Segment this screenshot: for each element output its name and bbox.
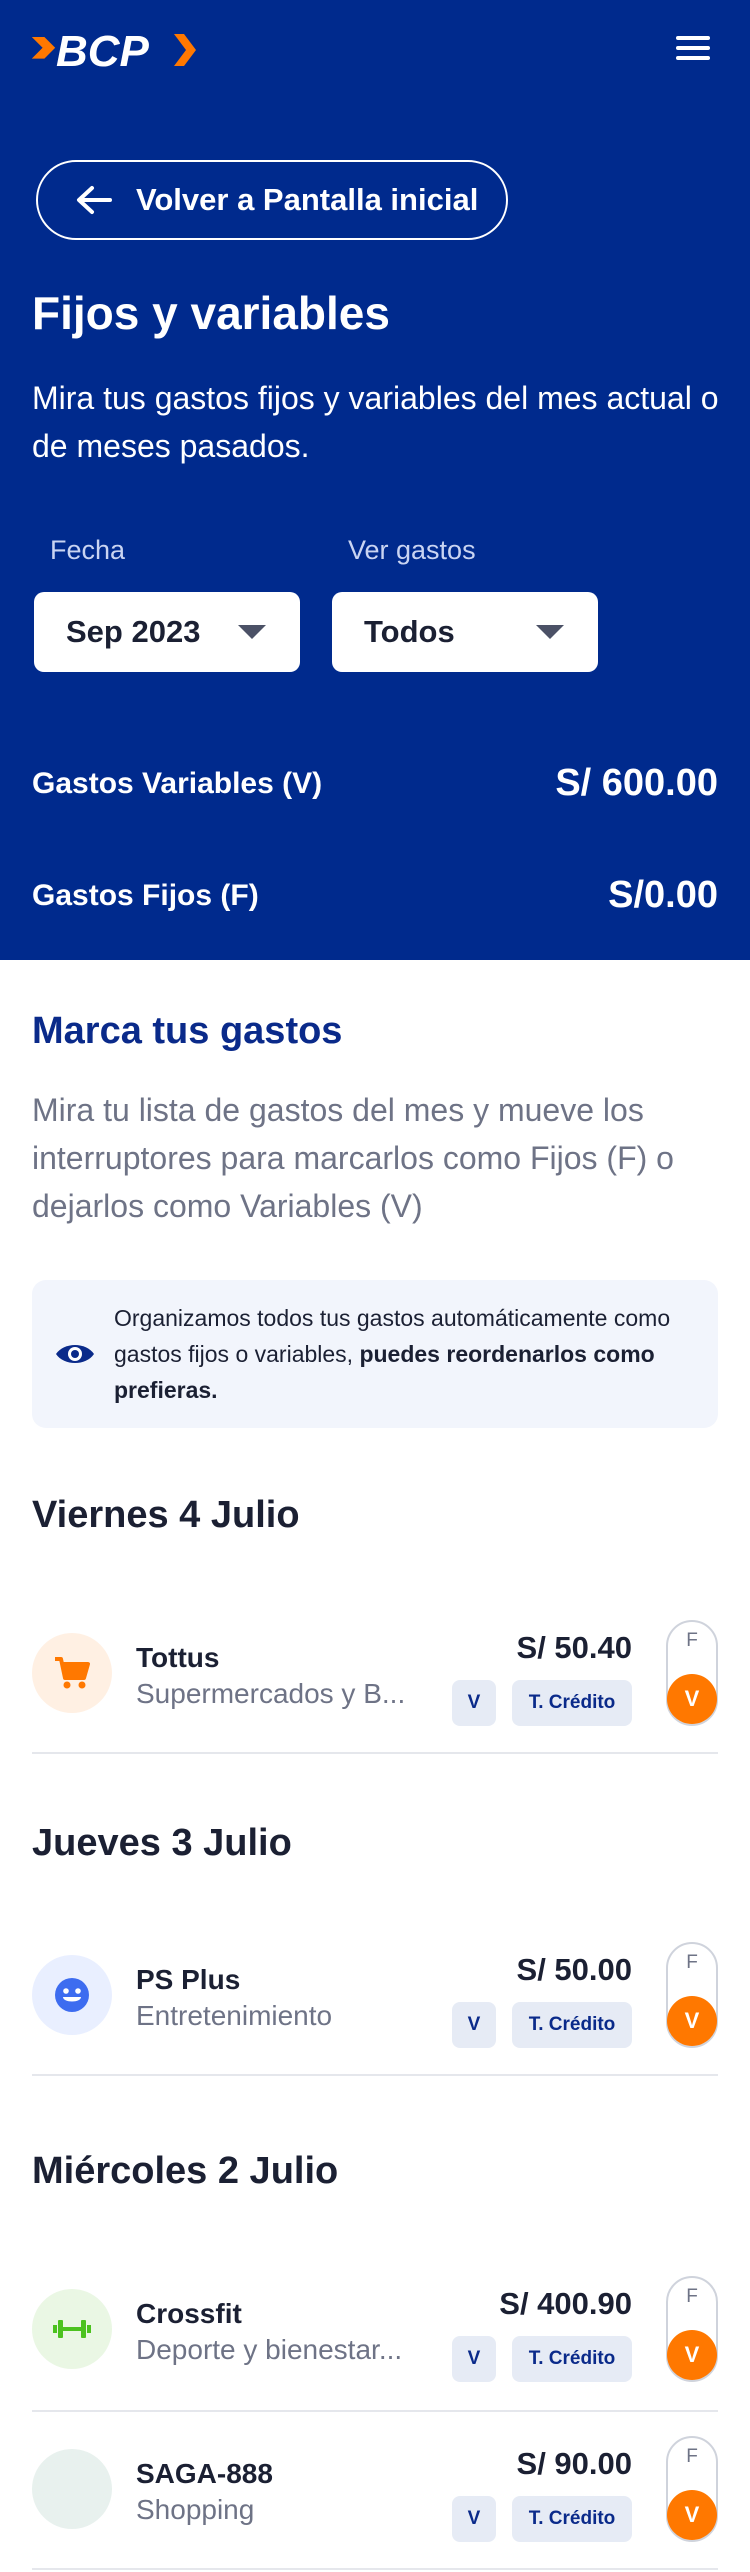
hamburger-icon-bar xyxy=(676,46,710,50)
transaction-name: PS Plus xyxy=(136,1964,241,1995)
day-title: Miércoles 2 Julio xyxy=(32,2150,339,2192)
type-badge: V xyxy=(452,2336,496,2382)
divider xyxy=(32,2410,718,2412)
transaction-row[interactable]: Tottus Supermercados y B... S/ 50.40 V T… xyxy=(32,1614,718,1732)
toggle-f-label: F xyxy=(686,2286,698,2307)
shopping-icon xyxy=(32,2449,112,2529)
section-description: Mira tu lista de gastos del mes y mueve … xyxy=(32,1092,674,1224)
type-badge: V xyxy=(452,2002,496,2048)
transaction-amount: S/ 50.40 xyxy=(516,1630,632,1665)
chevron-down-icon xyxy=(536,625,564,639)
toggle-f-label: F xyxy=(686,2446,698,2467)
section-title: Marca tus gastos xyxy=(32,1010,343,1052)
back-to-home-button[interactable]: Volver a Pantalla inicial xyxy=(36,160,508,240)
transaction-amount: S/ 50.00 xyxy=(516,1952,632,1987)
spend-filter-label: Ver gastos xyxy=(348,535,476,565)
toggle-knob: V xyxy=(667,2490,717,2540)
variable-expenses-label: Gastos Variables (V) xyxy=(32,766,323,800)
transaction-category: Supermercados y B... xyxy=(136,1678,406,1709)
spend-type-select[interactable]: Todos xyxy=(332,592,598,672)
divider xyxy=(32,2074,718,2076)
cart-icon xyxy=(55,1657,90,1689)
date-select[interactable]: Sep 2023 xyxy=(34,592,300,672)
menu-button[interactable] xyxy=(676,34,710,62)
hamburger-icon-bar xyxy=(676,56,710,60)
fixed-variable-toggle[interactable]: F V xyxy=(666,2436,718,2542)
transaction-category: Deporte y bienestar... xyxy=(136,2334,403,2365)
fixed-variable-toggle[interactable]: F V xyxy=(666,1620,718,1726)
smiley-icon xyxy=(55,1978,89,2012)
spend-select-value: Todos xyxy=(364,614,455,649)
toggle-knob: V xyxy=(667,1996,717,2046)
card-badge: T. Crédito xyxy=(512,2002,632,2048)
info-text: Organizamos todos tus gastos automáticam… xyxy=(114,1300,694,1408)
transaction-row[interactable]: SAGA-888 Shopping S/ 90.00 V T. Crédito … xyxy=(32,2430,718,2548)
transaction-avatar xyxy=(32,1955,112,2035)
page-title: Fijos y variables xyxy=(32,287,390,339)
transaction-row[interactable]: PS Plus Entretenimiento S/ 50.00 V T. Cr… xyxy=(32,1936,718,2054)
type-badge: V xyxy=(452,2496,496,2542)
toggle-f-label: F xyxy=(686,1952,698,1973)
transaction-name: Tottus xyxy=(136,1642,220,1673)
divider xyxy=(32,1752,718,1754)
card-badge: T. Crédito xyxy=(512,2496,632,2542)
dumbbell-icon xyxy=(53,2320,91,2338)
arrow-left-icon xyxy=(77,186,112,214)
transaction-name: SAGA-888 xyxy=(136,2458,273,2489)
toggle-f-label: F xyxy=(686,1630,698,1651)
hero-header xyxy=(0,0,750,960)
info-banner: Organizamos todos tus gastos automáticam… xyxy=(32,1280,718,1428)
chevron-down-icon xyxy=(238,625,266,639)
page-subtitle: Mira tus gastos fijos y variables del me… xyxy=(32,380,719,464)
date-filter-label: Fecha xyxy=(50,535,126,565)
transaction-avatar xyxy=(32,1633,112,1713)
toggle-knob: V xyxy=(667,1674,717,1724)
transaction-amount: S/ 400.90 xyxy=(499,2286,632,2321)
fixed-expenses-label: Gastos Fijos (F) xyxy=(32,878,259,912)
day-title: Jueves 3 Julio xyxy=(32,1822,292,1864)
fixed-variable-toggle[interactable]: F V xyxy=(666,1942,718,2048)
variable-expenses-value: S/ 600.00 xyxy=(555,762,718,804)
logo-text: BCP xyxy=(56,27,150,76)
fixed-expenses-value: S/0.00 xyxy=(608,874,718,916)
date-select-value: Sep 2023 xyxy=(66,614,201,649)
fixed-variable-toggle[interactable]: F V xyxy=(666,2276,718,2382)
fixed-expenses-summary: Gastos Fijos (F) S/0.00 xyxy=(32,874,718,917)
eye-icon xyxy=(56,1345,94,1363)
toggle-knob: V xyxy=(667,2330,717,2380)
transaction-category: Entretenimiento xyxy=(136,2000,333,2031)
variable-expenses-summary: Gastos Variables (V) S/ 600.00 xyxy=(32,762,718,805)
hamburger-icon-bar xyxy=(676,36,710,40)
card-badge: T. Crédito xyxy=(512,2336,632,2382)
transaction-category: Shopping xyxy=(136,2494,255,2525)
bcp-logo-graphic: BCP xyxy=(31,27,196,76)
transaction-avatar xyxy=(32,2289,112,2369)
day-title: Viernes 4 Julio xyxy=(32,1494,300,1536)
back-button-label: Volver a Pantalla inicial xyxy=(136,182,479,217)
transaction-amount: S/ 90.00 xyxy=(516,2446,632,2481)
card-badge: T. Crédito xyxy=(512,1680,632,1726)
bcp-logo[interactable]: BCP xyxy=(30,22,202,78)
divider xyxy=(32,2568,718,2570)
type-badge: V xyxy=(452,1680,496,1726)
transaction-name: Crossfit xyxy=(136,2298,242,2329)
transaction-row[interactable]: Crossfit Deporte y bienestar... S/ 400.9… xyxy=(32,2270,718,2388)
